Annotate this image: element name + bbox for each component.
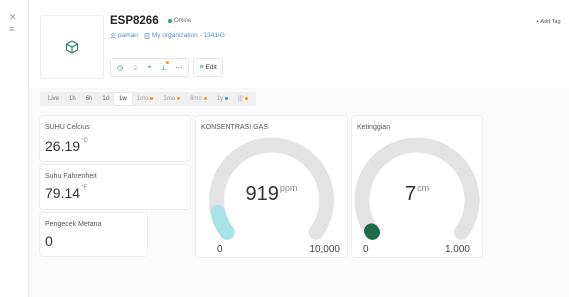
time-tab[interactable]: Live bbox=[43, 93, 64, 105]
building-icon bbox=[144, 32, 150, 39]
widget-suhu-celcius[interactable]: SUHU Celcius 26.19°C bbox=[40, 116, 190, 161]
organization-link[interactable]: My organization - 1341IG bbox=[144, 32, 225, 39]
time-tab-label: ||| bbox=[238, 96, 243, 102]
more-icon[interactable]: ⋯ bbox=[175, 64, 182, 72]
widget-title: Pengecek Metana bbox=[45, 221, 102, 228]
upgrade-dot-icon bbox=[177, 96, 181, 100]
celcius-value: 26.19 bbox=[45, 138, 81, 154]
gauge-fill bbox=[210, 204, 235, 240]
gauge-fill bbox=[364, 223, 380, 240]
time-tab[interactable]: ||| bbox=[233, 93, 253, 105]
time-tab[interactable]: 1h bbox=[64, 93, 81, 105]
clock-icon[interactable]: ◷ bbox=[117, 64, 123, 72]
time-tab[interactable]: 1d bbox=[97, 93, 114, 105]
edit-icon: ≡ bbox=[199, 64, 204, 71]
fahrenheit-unit: °F bbox=[81, 185, 88, 191]
gauge-min-label: 0 bbox=[217, 244, 223, 255]
gauge-max-label: 10,000 bbox=[309, 244, 340, 255]
chart-upload-icon[interactable]: ⊥ bbox=[160, 60, 170, 72]
online-dot-icon bbox=[168, 19, 172, 23]
edit-label: Edit bbox=[205, 64, 217, 71]
add-tag-button[interactable]: + Add Tag bbox=[536, 19, 561, 25]
owner-link[interactable]: paman bbox=[110, 32, 138, 39]
time-tab-label: 3mo bbox=[163, 96, 176, 102]
time-tab[interactable]: 1w bbox=[114, 93, 132, 105]
cube-icon bbox=[65, 40, 79, 54]
celcius-unit: °C bbox=[81, 138, 88, 144]
time-range-tabs: Live 1h 6h 1d 1w 1mo 3mo 6mo 1y ||| bbox=[40, 92, 256, 106]
upgrade-dot-icon bbox=[225, 96, 229, 100]
gauge-min-label: 0 bbox=[363, 244, 369, 255]
time-tab[interactable]: 1y bbox=[212, 93, 233, 105]
gas-unit: ppm bbox=[279, 183, 298, 193]
widget-title: Suhu Fahrenheit bbox=[45, 173, 97, 180]
upgrade-dot-icon bbox=[203, 96, 207, 100]
time-tab[interactable]: 6h bbox=[81, 93, 98, 105]
widget-value: 26.19°C bbox=[45, 138, 88, 154]
gauge-value: 919ppm bbox=[196, 183, 347, 206]
widget-title: SUHU Celcius bbox=[45, 124, 90, 131]
owner-name: paman bbox=[118, 32, 138, 39]
user-icon bbox=[110, 32, 116, 39]
time-tab[interactable]: 1mo bbox=[132, 93, 159, 105]
widget-value: 79.14°F bbox=[45, 185, 87, 201]
time-tab-label: 6h bbox=[85, 96, 93, 102]
gauge-max-label: 1.000 bbox=[444, 244, 470, 255]
close-icon[interactable]: ✕ bbox=[9, 13, 17, 22]
time-tab[interactable]: 6mo bbox=[185, 93, 212, 105]
widget-suhu-fahrenheit[interactable]: Suhu Fahrenheit 79.14°F bbox=[40, 165, 190, 209]
upgrade-dot-icon bbox=[150, 96, 154, 100]
time-tab-label: 6mo bbox=[190, 96, 202, 102]
widget-ketinggian[interactable]: Ketinggian 7cm 0 1.000 bbox=[352, 116, 482, 257]
gauge-value: 7cm bbox=[352, 183, 482, 206]
fahrenheit-value: 79.14 bbox=[45, 185, 81, 201]
widget-konsentrasi-gas[interactable]: KONSENTRASI GAS 919ppm 0 10,000 bbox=[196, 116, 347, 257]
location-icon[interactable]: ⌖ bbox=[147, 64, 151, 72]
hamburger-icon[interactable]: ≡ bbox=[9, 25, 14, 34]
time-tab-label: Live bbox=[48, 96, 60, 102]
time-tab[interactable]: 3mo bbox=[158, 93, 185, 105]
time-tab-label: 1y bbox=[216, 96, 224, 102]
online-status: Online bbox=[168, 18, 191, 24]
widget-value: 0 bbox=[45, 233, 53, 249]
online-status-label: Online bbox=[174, 18, 192, 24]
upgrade-dot-icon bbox=[244, 96, 248, 100]
gas-value: 919 bbox=[245, 183, 279, 205]
device-toolbar: ◷ ♤ ⌖ ⊥ ⋯ ≡ Edit bbox=[110, 58, 223, 77]
widget-pengecek-metana[interactable]: Pengecek Metana 0 bbox=[40, 213, 147, 256]
time-tab-label: 1d bbox=[102, 96, 110, 102]
organization-name: My organization - 1341IG bbox=[151, 32, 225, 39]
time-tab-label: 1mo bbox=[136, 96, 149, 102]
device-title: ESP8266 bbox=[110, 15, 159, 27]
bell-icon[interactable]: ♤ bbox=[132, 64, 138, 72]
height-value: 7 bbox=[404, 183, 417, 205]
left-rail: ✕ ≡ bbox=[0, 0, 29, 297]
time-tab-label: 1w bbox=[119, 96, 127, 102]
time-tab-label: 1h bbox=[69, 96, 76, 102]
device-meta: paman My organization - 1341IG bbox=[110, 32, 225, 39]
device-image[interactable] bbox=[40, 15, 104, 79]
edit-button[interactable]: ≡ Edit bbox=[193, 58, 223, 77]
device-action-group: ◷ ♤ ⌖ ⊥ ⋯ bbox=[110, 58, 190, 77]
height-unit: cm bbox=[417, 183, 430, 193]
